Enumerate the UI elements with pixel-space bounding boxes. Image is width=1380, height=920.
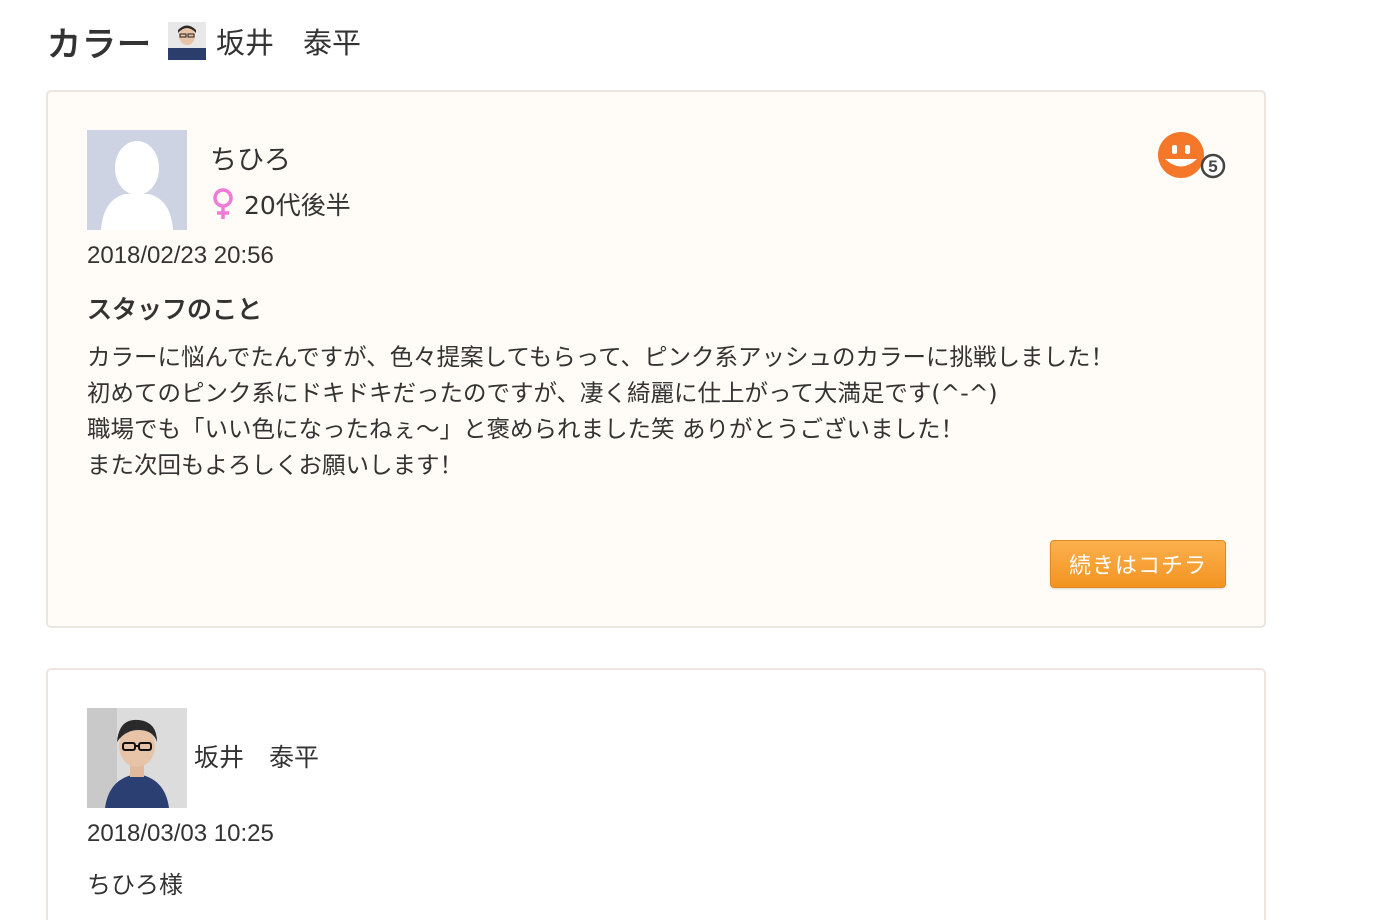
reviewer-meta: 20代後半 (210, 186, 351, 222)
page-header: カラー 坂井 泰平 (47, 16, 361, 66)
female-icon (213, 188, 233, 219)
smile-rating-icon: 5 (1158, 132, 1226, 179)
review-title: スタッフのこと (87, 295, 263, 324)
reply-stylist-name[interactable]: 坂井 泰平 (194, 738, 319, 774)
rating-value: 5 (1208, 157, 1217, 176)
read-more-button[interactable]: 続きはコチラ (1050, 540, 1226, 588)
reply-card: 坂井 泰平 2018/03/03 10:25 ちひろ様 (46, 668, 1266, 920)
review-body: カラーに悩んでたんですが、色々提案してもらって、ピンク系アッシュのカラーに挑戦し… (87, 339, 1197, 483)
review-date: 2018/02/23 20:56 (87, 242, 274, 269)
stylist-reply-avatar[interactable] (87, 708, 187, 808)
reviewer-name: ちひろ (210, 145, 291, 176)
review-body-line: 初めてのピンク系にドキドキだったのですが、凄く綺麗に仕上がって大満足です(^-^… (87, 379, 998, 407)
category-title: カラー (47, 24, 152, 65)
rating-indicator: 5 (1156, 130, 1230, 184)
reviewer-age: 20代後半 (244, 191, 351, 220)
stylist-avatar[interactable] (168, 22, 206, 60)
reply-body: ちひろ様 (87, 871, 183, 899)
review-card: ちひろ 20代後半 2018/02/23 20:56 5 スタッフのこと カラー… (46, 90, 1266, 628)
stylist-name[interactable]: 坂井 泰平 (216, 20, 361, 62)
review-page: カラー 坂井 泰平 ちひろ 20代後半 2018/02/23 20:56 5 ス… (0, 0, 1380, 920)
review-body-line: また次回もよろしくお願いします！ (87, 451, 463, 479)
reply-date: 2018/03/03 10:25 (87, 820, 274, 847)
reviewer-avatar-placeholder (87, 130, 187, 230)
review-body-line: カラーに悩んでたんですが、色々提案してもらって、ピンク系アッシュのカラーに挑戦し… (87, 343, 1114, 371)
review-body-line: 職場でも「いい色になったねぇ〜」と褒められました笑 ありがとうございました！ (87, 415, 964, 443)
